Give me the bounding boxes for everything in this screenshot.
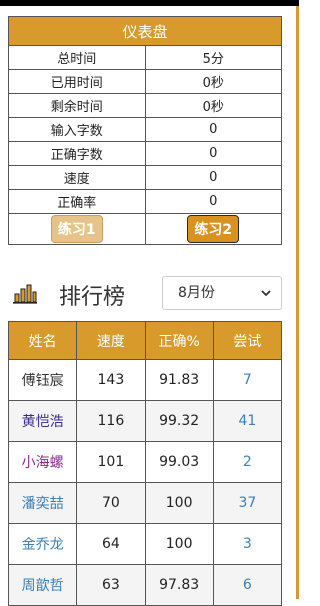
player-speed: 63 [76, 564, 146, 606]
player-attempts: 37 [212, 482, 283, 524]
player-accuracy: 91.83 [144, 359, 214, 401]
player-attempts: 2 [212, 441, 283, 483]
player-accuracy: 99.32 [144, 400, 214, 442]
player-accuracy: 100 [144, 523, 214, 565]
player-accuracy: 100 [144, 482, 214, 524]
leaderboard-title: 排行榜 [59, 285, 126, 310]
chevron-down-icon [261, 290, 271, 297]
player-accuracy: 99.03 [144, 441, 214, 483]
dashboard-label: 正确字数 [8, 141, 146, 166]
dashboard-title: 仪表盘 [8, 16, 282, 46]
right-edge-strip [296, 6, 299, 599]
dashboard-value: 5分 [144, 45, 282, 70]
dashboard-label: 输入字数 [8, 117, 146, 142]
column-header-name: 姓名 [7, 321, 78, 360]
player-name: 傅钰宸 [7, 359, 78, 401]
column-header-accuracy: 正确% [144, 321, 214, 360]
player-attempts: 6 [212, 564, 283, 606]
practice-2-cell: 练习2 [144, 213, 282, 245]
practice-1-button[interactable]: 练习1 [50, 215, 103, 243]
bar-chart-icon [13, 284, 37, 304]
month-select[interactable]: 8月份 [162, 276, 282, 310]
practice-2-button[interactable]: 练习2 [187, 215, 240, 243]
column-header-attempts: 尝试 [212, 321, 283, 360]
player-speed: 64 [76, 523, 146, 565]
player-speed: 101 [76, 441, 146, 483]
dashboard-label: 总时间 [8, 45, 146, 70]
practice-1-cell: 练习1 [8, 213, 146, 245]
player-attempts: 3 [212, 523, 283, 565]
dashboard-label: 正确率 [8, 189, 146, 214]
player-accuracy: 97.83 [144, 564, 214, 606]
player-name: 潘奕喆 [7, 482, 78, 524]
dashboard-label: 剩余时间 [8, 93, 146, 118]
table-row: 金乔龙 64 100 3 [7, 523, 283, 565]
dashboard-value: 0 [144, 189, 282, 214]
player-name: 周歆哲 [7, 564, 78, 606]
dashboard-value: 0 [144, 165, 282, 190]
table-row: 傅钰宸 143 91.83 7 [7, 359, 283, 401]
dashboard-label: 已用时间 [8, 69, 146, 94]
player-speed: 143 [76, 359, 146, 401]
leaderboard-rows: 傅钰宸 143 91.83 7 黄恺浩 116 99.32 41 小海螺 101 99.03 2 潘奕喆… [7, 359, 283, 606]
table-row: 小海螺 101 99.03 2 [7, 441, 283, 483]
player-attempts: 7 [212, 359, 283, 401]
table-row: 周歆哲 63 97.83 6 [7, 564, 283, 606]
column-header-speed: 速度 [76, 321, 146, 360]
leaderboard-table: 姓名 速度 正确% 尝试 傅钰宸 143 91.83 7 黄恺浩 116 99.32 41 小海… [7, 321, 283, 606]
dashboard-value: 0秒 [144, 93, 282, 118]
player-name: 小海螺 [7, 441, 78, 483]
dashboard-value: 0秒 [144, 69, 282, 94]
table-row: 潘奕喆 70 100 37 [7, 482, 283, 524]
player-speed: 70 [76, 482, 146, 524]
dashboard-label: 速度 [8, 165, 146, 190]
player-name: 黄恺浩 [7, 400, 78, 442]
top-bar [0, 0, 299, 6]
table-row: 黄恺浩 116 99.32 41 [7, 400, 283, 442]
player-name: 金乔龙 [7, 523, 78, 565]
dashboard-value: 0 [144, 141, 282, 166]
dashboard-value: 0 [144, 117, 282, 142]
player-speed: 116 [76, 400, 146, 442]
player-attempts: 41 [212, 400, 283, 442]
month-select-value: 8月份 [178, 285, 215, 301]
dashboard-table: 仪表盘 总时间 5分 已用时间 0秒 剩余时间 0秒 输入字数 0 正确字数 0 速度 0 … [8, 16, 282, 245]
